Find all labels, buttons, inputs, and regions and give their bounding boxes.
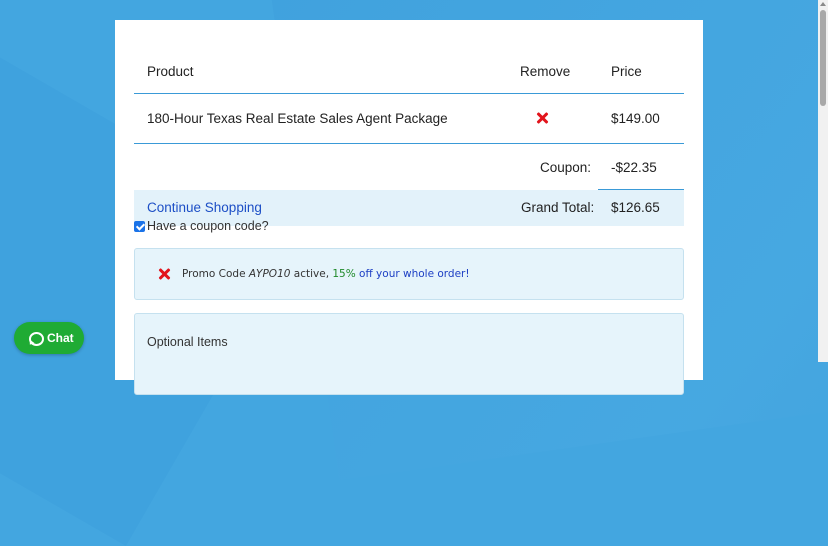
header-remove: Remove xyxy=(520,64,571,79)
product-price: $149.00 xyxy=(611,111,660,126)
close-icon[interactable] xyxy=(535,111,549,125)
coupon-checkbox[interactable] xyxy=(134,221,145,232)
product-name: 180-Hour Texas Real Estate Sales Agent P… xyxy=(147,111,448,126)
optional-items-box: Optional Items xyxy=(134,313,684,395)
chat-bubble-icon xyxy=(29,332,44,346)
promo-message: Promo Code AYPO10 active, 15% off your w… xyxy=(182,268,470,280)
scrollbar-thumb[interactable] xyxy=(820,10,826,106)
cart-card: Product Remove Price 180-Hour Texas Real… xyxy=(115,20,703,395)
promo-prefix: Promo Code xyxy=(182,268,249,280)
chat-label: Chat xyxy=(47,331,74,345)
promo-suffix: off your whole order! xyxy=(355,268,470,280)
header-price: Price xyxy=(611,64,642,79)
cart-item-row: 180-Hour Texas Real Estate Sales Agent P… xyxy=(134,94,684,144)
coupon-checkbox-label[interactable]: Have a coupon code? xyxy=(147,219,269,233)
promo-code: AYPO10 xyxy=(248,268,291,280)
optional-items-title: Optional Items xyxy=(147,335,228,349)
cart-table-header: Product Remove Price xyxy=(134,40,684,94)
promo-middle: active, xyxy=(290,268,333,280)
header-product: Product xyxy=(147,64,194,79)
scroll-up-arrow-icon[interactable] xyxy=(820,2,826,6)
grand-total-label: Grand Total: xyxy=(521,200,595,215)
continue-shopping-link[interactable]: Continue Shopping xyxy=(147,200,262,215)
coupon-value: -$22.35 xyxy=(611,160,657,175)
coupon-label: Coupon: xyxy=(540,160,592,175)
close-icon[interactable] xyxy=(158,268,170,280)
promo-code-box: Promo Code AYPO10 active, 15% off your w… xyxy=(134,248,684,300)
promo-percent: 15% xyxy=(332,268,356,280)
scrollbar[interactable] xyxy=(818,0,828,362)
grand-total-value: $126.65 xyxy=(611,200,660,215)
chat-button[interactable]: Chat xyxy=(14,322,84,354)
